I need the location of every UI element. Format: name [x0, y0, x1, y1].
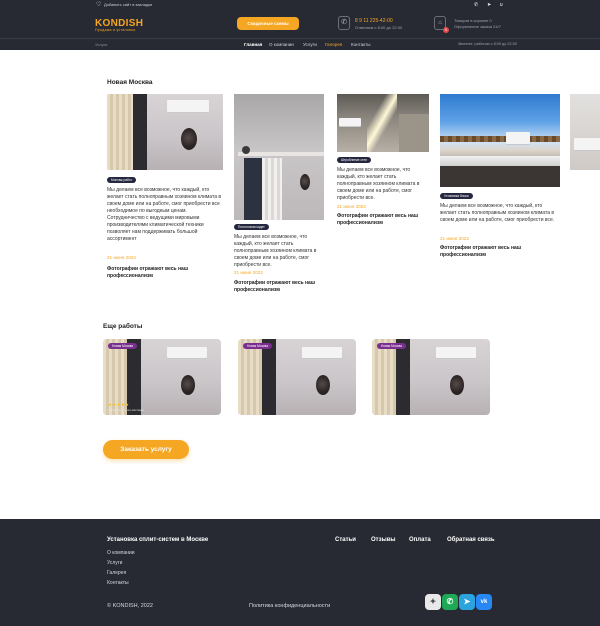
- card-caption[interactable]: Фотографии отражают весь наш профессиона…: [107, 266, 223, 280]
- footer-link-gallery[interactable]: Галерея: [107, 570, 126, 576]
- photo-curtain: [238, 339, 262, 415]
- footer-link-articles[interactable]: Статьи: [335, 537, 356, 543]
- wall-decoration: [316, 375, 330, 395]
- more-work-tag: Новая Москва: [243, 343, 272, 349]
- more-work-card[interactable]: Новая Москва ★★★★★ Установка сплит-систе…: [103, 339, 221, 415]
- gallery-photo-2[interactable]: [234, 94, 324, 220]
- snow-roof: [440, 156, 560, 166]
- card-tag: Установка блока: [440, 193, 473, 199]
- photo-curtain-dark: [133, 94, 147, 170]
- star-icon[interactable]: ✦: [425, 594, 441, 610]
- rating-caption: Установка сплит-системы: [108, 408, 144, 412]
- nav-item-services[interactable]: Услуги: [303, 42, 317, 47]
- photo-curtain: [262, 158, 282, 220]
- ac-unit: [167, 347, 207, 358]
- heart-icon[interactable]: ♡: [96, 1, 101, 8]
- wall-decoration: [300, 174, 310, 190]
- footer-link-payment[interactable]: Оплата: [409, 537, 431, 543]
- ac-unit: [167, 100, 209, 112]
- more-works-title: Еще работы: [103, 323, 143, 330]
- photo-curtain-dark: [262, 339, 276, 415]
- photo-wall: [570, 94, 600, 170]
- gallery-photo-5[interactable]: [570, 94, 600, 170]
- card-date: 21 июня 2022: [234, 270, 263, 275]
- ac-unit: [506, 132, 530, 144]
- cart-info-line: Оформление заказа 24/7: [454, 24, 501, 29]
- ceiling-cornice: [238, 152, 324, 156]
- card-text: Мы делаем все возможное, что каждый, кто…: [440, 203, 555, 223]
- gallery-photo-3[interactable]: [337, 94, 429, 152]
- cart-info[interactable]: Товаров в корзине 0 Оформление заказа 24…: [454, 18, 501, 30]
- footer-link-about[interactable]: О компании: [107, 550, 135, 556]
- logo-subtitle: Продажа и установка: [95, 28, 136, 32]
- telegram-icon[interactable]: ➤: [487, 2, 491, 8]
- main-nav: Услуги Главная О компании Услуги Галерея…: [0, 38, 600, 50]
- cart-count-badge: 0: [443, 27, 449, 33]
- card-text: Мы делаем все возможное, что каждый, кто…: [337, 167, 420, 201]
- photo-wall-corner: [399, 114, 429, 152]
- top-bar: ♡ Добавить сайт в закладки ✆ ➤ ʋ: [0, 0, 600, 10]
- footer: Установка сплит-систем в Москве О компан…: [0, 519, 600, 626]
- footer-link-feedback[interactable]: Обратная связь: [447, 537, 495, 543]
- footer-link-services[interactable]: Услуги: [107, 560, 122, 566]
- card-text: Мы делаем все возможное, что каждый, кто…: [107, 187, 222, 242]
- light-beam: [367, 94, 397, 152]
- photo-curtain: [372, 339, 396, 415]
- nav-item-home[interactable]: Главная: [244, 42, 262, 47]
- footer-copyright: © KONDISH, 2022: [107, 603, 153, 609]
- ac-unit: [339, 118, 361, 126]
- card-date: 21 июня 2022: [440, 236, 469, 241]
- gallery-title: Новая Москва: [107, 79, 153, 86]
- card-caption[interactable]: Фотографии отражают весь наш профессиона…: [234, 280, 334, 294]
- footer-link-contacts[interactable]: Контакты: [107, 580, 129, 586]
- photo-curtain-dark: [396, 339, 410, 415]
- footer-title: Установка сплит-систем в Москве: [107, 537, 209, 543]
- nav-item-contacts[interactable]: Контакты: [351, 42, 370, 47]
- wall-decoration: [181, 128, 197, 150]
- ac-unit: [302, 347, 342, 358]
- card-tag: Потолочная кадет: [234, 224, 269, 230]
- ac-unit: [436, 347, 476, 358]
- telegram-icon[interactable]: ➤: [459, 594, 475, 610]
- nav-work-hours: Звоните: работаю с 8:00 до 22:00: [458, 42, 517, 46]
- card-text: Мы делаем все возможное, что каждый, кто…: [234, 234, 317, 268]
- more-work-card[interactable]: Новая Москва: [238, 339, 356, 415]
- vk-icon[interactable]: vk: [476, 594, 492, 610]
- wall-decoration: [181, 375, 195, 395]
- footer-privacy-policy-link[interactable]: Политика конфиденциальности: [249, 603, 330, 609]
- ac-unit: [574, 138, 600, 150]
- header: KONDISH Продажа и установка Скидочные сх…: [0, 10, 600, 38]
- add-favorites-link[interactable]: Добавить сайт в закладки: [104, 2, 152, 7]
- nav-item-about[interactable]: О компании: [269, 42, 294, 47]
- phone-icon[interactable]: ✆: [474, 2, 478, 8]
- card-date: 21 июня 2022: [337, 204, 366, 209]
- whatsapp-icon[interactable]: ✆: [442, 594, 458, 610]
- card-date: 21 июня 2022: [107, 255, 136, 260]
- phone-icon: ✆: [338, 16, 350, 30]
- roof-beams: [440, 136, 560, 142]
- more-work-tag: Новая Москва: [108, 343, 137, 349]
- more-work-card[interactable]: Новая Москва: [372, 339, 490, 415]
- wall-decoration: [450, 375, 464, 395]
- card-tag: Штробление стен: [337, 157, 371, 163]
- footer-link-reviews[interactable]: Отзывы: [371, 537, 396, 543]
- nav-item-gallery[interactable]: Галерея: [325, 42, 342, 47]
- photo-ground: [440, 166, 560, 187]
- photo-curtain-dark: [244, 158, 262, 220]
- gallery-photo-4[interactable]: [440, 94, 560, 187]
- header-hours: Отвечаем с 8:00 до 22:00: [355, 25, 403, 30]
- order-service-button[interactable]: Заказать услугу: [103, 440, 189, 459]
- sale-schemes-button[interactable]: Скидочные схемы: [237, 17, 299, 30]
- card-caption[interactable]: Фотографии отражают весь наш профессиона…: [337, 213, 437, 227]
- more-work-tag: Новая Москва: [377, 343, 406, 349]
- photo-curtain: [107, 94, 133, 170]
- header-phone[interactable]: 8 9 11 225-42-00: [355, 18, 393, 24]
- vk-icon[interactable]: ʋ: [500, 2, 503, 8]
- ceiling-light: [242, 146, 250, 154]
- card-tag: Монтаж работ: [107, 177, 136, 183]
- nav-home-link[interactable]: Услуги: [95, 42, 107, 47]
- card-caption[interactable]: Фотографии отражают весь наш профессиона…: [440, 245, 560, 259]
- gallery-photo-1[interactable]: [107, 94, 223, 170]
